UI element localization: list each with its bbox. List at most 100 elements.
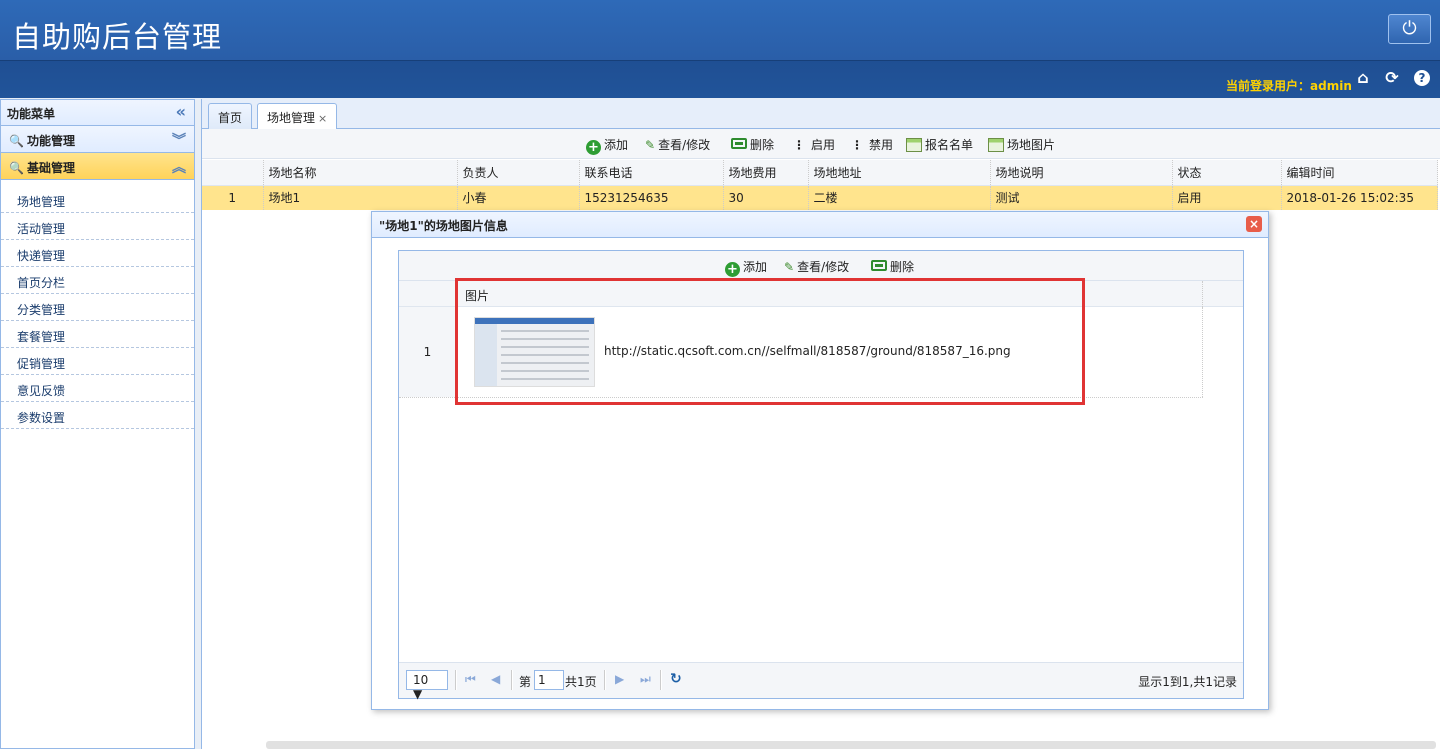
refresh-icon[interactable]: ⟳ [1383, 69, 1401, 87]
dots-icon: ⋮ [793, 138, 805, 152]
pencil-icon: ✎ [784, 260, 795, 274]
pager-divider [604, 670, 606, 690]
sidebar-menu: 场地管理 活动管理 快递管理 首页分栏 分类管理 套餐管理 促销管理 意见反馈 … [1, 180, 194, 429]
enable-button[interactable]: ⋮ 启用 [793, 136, 835, 153]
sidebar-item-home-columns[interactable]: 首页分栏 [1, 267, 194, 294]
app-title: 自助购后台管理 [12, 20, 223, 54]
row-number: 1 [399, 307, 457, 397]
sidebar-item-settings[interactable]: 参数设置 [1, 402, 194, 429]
row-number-header [202, 160, 264, 186]
horizontal-scrollbar[interactable] [266, 741, 1436, 749]
main-toolbar: + 添加 ✎ 查看/修改 删除 ⋮ 启用 ⋮ 禁用 报名名单 场地图片 [202, 129, 1440, 159]
column-header[interactable]: 联系电话 [579, 160, 724, 186]
add-icon: + [725, 262, 740, 277]
last-page-icon[interactable]: ⏭ [640, 672, 651, 687]
next-page-icon[interactable]: ▶ [615, 672, 624, 686]
table-cell: 启用 [1172, 185, 1282, 210]
table-cell: 场地1 [263, 185, 458, 210]
collapse-icon[interactable]: « [176, 102, 186, 121]
table-cell: 2018-01-26 15:02:35 [1281, 185, 1438, 210]
column-header[interactable]: 编辑时间 [1281, 160, 1438, 186]
enable-label: 启用 [811, 138, 836, 152]
section-label: 功能管理 [26, 134, 75, 148]
page-total: 共1页 [565, 675, 597, 689]
expand-icon[interactable]: ︾ [172, 130, 186, 150]
dialog-add-button[interactable]: + 添加 [725, 258, 767, 277]
list-icon [906, 138, 922, 152]
table-cell: 测试 [990, 185, 1173, 210]
search-icon: 🔍 [9, 134, 24, 148]
disable-label: 禁用 [869, 138, 894, 152]
sidebar: 功能菜单 « 🔍 功能管理 ︾ 🔍 基础管理 ︽ 场地管理 活动管理 快递管理 首页… [0, 99, 195, 749]
add-label: 添加 [743, 260, 768, 274]
section-function-management[interactable]: 🔍 功能管理 ︾ [1, 126, 194, 153]
close-icon[interactable]: × [1246, 216, 1262, 232]
home-icon[interactable]: ⌂ [1354, 69, 1372, 87]
power-icon[interactable]: ⏻ [1388, 14, 1431, 44]
user-prefix: 当前登录用户： [1226, 79, 1311, 93]
delete-icon [871, 260, 887, 271]
sidebar-item-feedback[interactable]: 意见反馈 [1, 375, 194, 402]
record-summary: 显示1到1,共1记录 [1138, 675, 1237, 689]
page-number-input[interactable]: 1 [534, 670, 564, 690]
add-label: 添加 [604, 138, 629, 152]
tab-home[interactable]: 首页 [208, 103, 253, 129]
tab-venue-management[interactable]: 场地管理 × [257, 103, 338, 130]
sidebar-item-activity[interactable]: 活动管理 [1, 213, 194, 240]
column-header[interactable]: 场地说明 [990, 160, 1173, 186]
refresh-icon[interactable]: ↻ [670, 671, 682, 687]
edit-label: 查看/修改 [797, 260, 850, 274]
delete-label: 删除 [890, 260, 915, 274]
pager-divider [660, 670, 662, 690]
user-bar: 当前登录用户：admin ⌂ ⟳ ? [0, 60, 1440, 98]
column-header[interactable]: 负责人 [457, 160, 580, 186]
sidebar-item-package[interactable]: 套餐管理 [1, 321, 194, 348]
help-icon[interactable]: ? [1414, 70, 1430, 86]
search-icon: 🔍 [9, 161, 24, 175]
sidebar-item-promotion[interactable]: 促销管理 [1, 348, 194, 375]
table-header: 场地名称 负责人 联系电话 场地费用 场地地址 场地说明 状态 编辑时间 [202, 160, 1438, 186]
username: admin [1310, 79, 1352, 93]
edit-button[interactable]: ✎ 查看/修改 [645, 136, 710, 153]
table-cell: 30 [723, 185, 809, 210]
tab-label: 场地管理 [267, 111, 316, 125]
table-row[interactable]: 1 场地1 小春 15231254635 30 二楼 测试 启用 2018-01… [202, 185, 1438, 210]
column-divider [1202, 281, 1203, 307]
column-header[interactable]: 场地费用 [723, 160, 809, 186]
prev-page-icon[interactable]: ◀ [491, 672, 500, 686]
column-header[interactable]: 场地地址 [808, 160, 991, 186]
table-cell: 二楼 [808, 185, 991, 210]
sidebar-title: 功能菜单 [7, 107, 56, 121]
collapse-section-icon[interactable]: ︽ [172, 157, 186, 177]
sidebar-item-venue[interactable]: 场地管理 [1, 186, 194, 213]
highlight-box [455, 278, 1085, 405]
disable-button[interactable]: ⋮ 禁用 [851, 136, 893, 153]
signup-list-label: 报名名单 [925, 138, 974, 152]
sidebar-item-express[interactable]: 快递管理 [1, 240, 194, 267]
table-cell: 15231254635 [579, 185, 724, 210]
tab-close-icon[interactable]: × [318, 112, 327, 125]
dialog-edit-button[interactable]: ✎ 查看/修改 [784, 258, 849, 275]
dialog-toolbar: + 添加 ✎ 查看/修改 删除 [399, 251, 1243, 281]
tab-bar: 首页 场地管理 × [202, 99, 1440, 130]
edit-label: 查看/修改 [658, 138, 711, 152]
dialog-delete-button[interactable]: 删除 [871, 258, 914, 275]
first-page-icon[interactable]: ⏮ [465, 672, 476, 687]
column-header[interactable]: 状态 [1172, 160, 1282, 186]
venue-images-button[interactable]: 场地图片 [988, 136, 1055, 153]
venue-table: 场地名称 负责人 联系电话 场地费用 场地地址 场地说明 状态 编辑时间 1 场… [202, 160, 1438, 210]
delete-icon [731, 138, 747, 149]
pager-divider [511, 670, 513, 690]
row-number: 1 [202, 185, 264, 210]
venue-images-label: 场地图片 [1007, 138, 1056, 152]
add-button[interactable]: + 添加 [586, 136, 628, 155]
delete-button[interactable]: 删除 [731, 136, 774, 153]
list-icon [988, 138, 1004, 152]
section-basic-management[interactable]: 🔍 基础管理 ︽ [1, 153, 194, 180]
sidebar-item-category[interactable]: 分类管理 [1, 294, 194, 321]
signup-list-button[interactable]: 报名名单 [906, 136, 973, 153]
pager-divider [455, 670, 457, 690]
page-size-select[interactable]: 10 ▼ [406, 670, 448, 701]
delete-label: 删除 [750, 138, 775, 152]
column-header[interactable]: 场地名称 [263, 160, 458, 186]
